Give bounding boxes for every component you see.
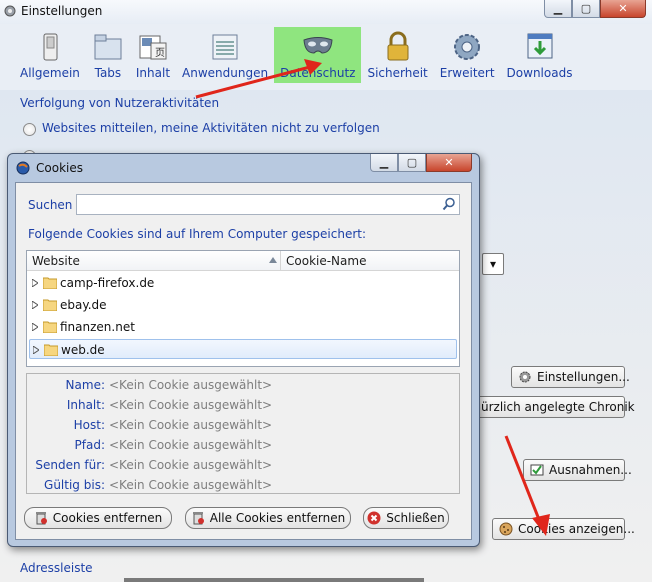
folder-icon [43, 299, 57, 311]
remove-all-cookies-button[interactable]: Alle Cookies entfernen [185, 507, 351, 529]
gear-icon [454, 34, 481, 60]
settings-button[interactable]: Einstellungen... [511, 366, 630, 388]
folder-icon [43, 321, 57, 333]
minimize-button[interactable]: ▁ [544, 0, 572, 18]
switch-icon [43, 33, 58, 61]
tree-row-selected[interactable]: web.de [29, 339, 457, 359]
window-title: Einstellungen [21, 4, 103, 18]
remove-cookies-button[interactable]: Cookies entfernen [24, 507, 172, 529]
search-input[interactable] [76, 194, 460, 215]
detail-key: Inhalt: [66, 398, 105, 412]
chevron-down-icon: ▾ [489, 257, 497, 271]
do-not-track-radio[interactable] [23, 123, 36, 136]
detail-key: Senden für: [35, 458, 105, 472]
tab-erweitert[interactable]: Erweitert [434, 27, 501, 83]
folder-icon [43, 277, 57, 289]
trash-remove-icon [192, 512, 204, 525]
close-button[interactable]: ✕ [600, 0, 646, 18]
detail-value: <Kein Cookie ausgewählt> [109, 378, 273, 392]
expand-arrow-icon[interactable] [32, 323, 38, 331]
expand-arrow-icon[interactable] [32, 301, 38, 309]
do-not-track-label[interactable]: Websites mitteilen, meine Aktivitäten ni… [42, 121, 380, 135]
expand-arrow-icon[interactable] [33, 346, 39, 354]
cookie-details-panel: Name: <Kein Cookie ausgewählt> Inhalt: <… [26, 373, 460, 494]
annotation-arrow-cookies [504, 435, 550, 536]
cookie-tree[interactable]: Website Cookie-Name camp-firefox.de ebay… [26, 250, 460, 367]
detail-key: Host: [73, 418, 105, 432]
cookie-list-caption: Folgende Cookies sind auf Ihrem Computer… [28, 227, 367, 241]
tab-inhalt[interactable]: 页 Inhalt [130, 27, 176, 83]
tree-row[interactable]: camp-firefox.de [29, 273, 457, 293]
detail-key: Name: [65, 378, 105, 392]
firefox-globe-icon [16, 161, 30, 175]
cookies-dialog: Cookies ▁ ▢ ✕ Suchen Folgende Cookies si… [7, 153, 480, 547]
detail-value: <Kein Cookie ausgewählt> [109, 398, 273, 412]
gear-icon [519, 371, 531, 383]
svg-text:页: 页 [155, 47, 165, 59]
tree-row[interactable]: finanzen.net [29, 317, 457, 337]
dialog-title-bar: Cookies ▁ ▢ ✕ [8, 154, 479, 180]
tab-tabs[interactable]: Tabs [86, 27, 130, 83]
detail-value: <Kein Cookie ausgewählt> [109, 458, 273, 472]
padlock-icon [387, 31, 409, 61]
content-icon: 页 [139, 35, 167, 60]
close-dialog-button[interactable]: Schließen [363, 507, 449, 529]
dialog-minimize-button[interactable]: ▁ [370, 154, 398, 172]
trash-remove-icon [35, 512, 47, 525]
bottom-scroll-edge [124, 578, 424, 582]
gear-icon [4, 5, 16, 17]
tree-header: Website Cookie-Name [27, 251, 459, 271]
tab-downloads[interactable]: Downloads [501, 27, 579, 83]
clear-recent-history-button[interactable]: ürzlich angelegte Chronik [470, 396, 635, 418]
close-x-icon [367, 511, 381, 525]
column-header-website[interactable]: Website [27, 251, 281, 270]
maximize-button[interactable]: ▢ [572, 0, 600, 18]
search-label: Suchen [28, 198, 73, 212]
expand-arrow-icon[interactable] [32, 279, 38, 287]
search-icon[interactable] [442, 197, 456, 211]
tree-row[interactable]: ebay.de [29, 295, 457, 315]
detail-value: <Kein Cookie ausgewählt> [109, 438, 273, 452]
column-header-cookie-name[interactable]: Cookie-Name [281, 251, 459, 270]
dialog-title: Cookies [36, 161, 83, 175]
detail-key: Pfad: [74, 438, 105, 452]
folder-icon [44, 344, 58, 356]
address-bar-section-title: Adressleiste [20, 561, 93, 575]
detail-key: Gültig bis: [44, 478, 105, 492]
dialog-maximize-button[interactable]: ▢ [398, 154, 426, 172]
dialog-close-button[interactable]: ✕ [426, 154, 472, 172]
title-bar: Einstellungen ▁ ▢ ✕ [0, 0, 652, 24]
tab-sicherheit[interactable]: Sicherheit [361, 27, 433, 83]
tabs-folder-icon [94, 34, 122, 60]
detail-value: <Kein Cookie ausgewählt> [109, 418, 273, 432]
annotation-arrow-privacy [195, 59, 322, 99]
sort-ascending-icon [269, 257, 277, 263]
detail-value: <Kein Cookie ausgewählt> [109, 478, 273, 492]
tab-allgemein[interactable]: Allgemein [14, 27, 86, 83]
history-dropdown[interactable]: ▾ [482, 253, 504, 275]
download-icon [527, 33, 552, 59]
